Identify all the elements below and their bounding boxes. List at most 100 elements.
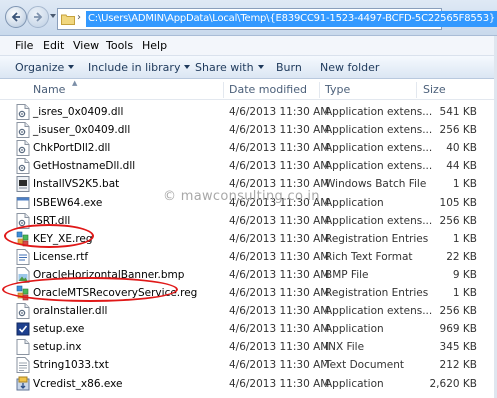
watermark-text: © mawconsulting.co.in	[163, 189, 320, 204]
file-row[interactable]: ChkPortDll2.dll 4/6/2013 11:30 AM Applicat…	[0, 139, 497, 158]
dll-icon	[16, 122, 30, 139]
file-name: ISBEW64.exe	[33, 196, 103, 209]
file-type: Registration Entries	[325, 232, 429, 245]
file-name: OracleMTSRecoveryService.reg	[33, 287, 198, 299]
menu-bar: File Edit View Tools Help	[0, 36, 497, 56]
file-row[interactable]: setup.inx 4/6/2013 11:30 AM INX File 345 KB	[0, 338, 497, 357]
file-date-modified: 4/6/2013 11:30 AM	[229, 124, 330, 137]
file-row[interactable]: OracleMTSRecoveryService.reg 4/6/2013 11:…	[0, 284, 497, 303]
file-date-modified: 4/6/2013 11:30 AM	[229, 323, 330, 336]
burn-button[interactable]: Burn	[276, 61, 302, 74]
chevron-down-icon	[184, 65, 191, 69]
rtf-icon	[16, 248, 30, 265]
back-button[interactable]	[5, 6, 27, 28]
back-arrow-icon	[11, 12, 20, 22]
column-date-modified[interactable]: Date modified	[229, 83, 307, 96]
recent-pages-dropdown-icon[interactable]	[50, 14, 56, 18]
file-name: _isuser_0x0409.dll	[33, 124, 131, 137]
file-size: 969 KB	[439, 323, 477, 336]
organize-label: Organize	[15, 61, 65, 74]
file-icon	[16, 339, 30, 356]
file-row[interactable]: setup.exe 4/6/2013 11:30 AM Application 969…	[0, 320, 497, 339]
file-type: Registration Entries	[325, 287, 429, 299]
file-row[interactable]: OracleHorizontalBanner.bmp 4/6/2013 11:30…	[0, 266, 497, 285]
file-row[interactable]: License.rtf 4/6/2013 11:30 AM Rich Text Fo…	[0, 248, 497, 267]
file-size: 22 KB	[446, 250, 477, 263]
file-name: ChkPortDll2.dll	[33, 142, 111, 155]
address-path-text[interactable]: C:\Users\ADMIN\AppData\Local\Temp\{E839C…	[86, 11, 497, 27]
forward-arrow-icon	[34, 12, 43, 22]
file-name: OracleHorizontalBanner.bmp	[33, 268, 185, 281]
file-type: Application extens...	[325, 106, 433, 118]
bmp-icon	[16, 266, 30, 283]
file-type: Application extens...	[325, 160, 433, 173]
file-type: INX File	[325, 341, 365, 354]
file-size: 345 KB	[439, 341, 477, 354]
file-row[interactable]: _isres_0x0409.dll 4/6/2013 11:30 AM Applic…	[0, 103, 497, 122]
column-divider[interactable]	[319, 82, 320, 98]
column-size[interactable]: Size	[423, 83, 446, 96]
include-in-library-button[interactable]: Include in library	[88, 61, 191, 74]
address-bar: › C:\Users\ADMIN\AppData\Local\Temp\{E83…	[0, 0, 497, 36]
file-name: setup.inx	[33, 341, 82, 354]
menu-edit[interactable]: Edit	[43, 39, 64, 52]
file-size: 212 KB	[439, 359, 477, 372]
file-date-modified: 4/6/2013 11:30 AM	[229, 305, 330, 318]
text-file-icon	[16, 357, 30, 374]
file-size: 256 KB	[439, 214, 477, 227]
file-type: Application extens...	[325, 124, 433, 137]
setup-exe-icon	[16, 321, 30, 337]
file-type: BMP File	[325, 268, 369, 281]
file-row[interactable]: GetHostnameDll.dll 4/6/2013 11:30 AM Appli…	[0, 157, 497, 176]
file-date-modified: 4/6/2013 11:30 AM	[229, 287, 330, 299]
include-in-library-label: Include in library	[88, 61, 181, 74]
dll-icon	[16, 212, 30, 229]
file-type: Text Document	[325, 359, 404, 372]
file-type: Application	[325, 323, 384, 336]
file-name: setup.exe	[33, 323, 85, 336]
batch-icon	[16, 176, 30, 193]
forward-button[interactable]	[27, 6, 49, 28]
share-with-label: Share with	[195, 61, 254, 74]
folder-icon	[61, 14, 75, 25]
menu-file[interactable]: File	[15, 39, 33, 52]
file-row[interactable]: KEY_XE.reg 4/6/2013 11:30 AM Registration …	[0, 230, 497, 249]
file-row[interactable]: Vcredist_x86.exe 4/6/2013 11:30 AM Applica…	[0, 375, 497, 394]
dll-icon	[16, 158, 30, 175]
file-type: Application extens...	[325, 305, 433, 318]
column-divider[interactable]	[223, 82, 224, 98]
column-type[interactable]: Type	[325, 83, 350, 96]
file-row[interactable]: oraInstaller.dll 4/6/2013 11:30 AM Applica…	[0, 302, 497, 321]
file-date-modified: 4/6/2013 11:30 AM	[229, 106, 330, 118]
file-name: License.rtf	[33, 250, 89, 263]
menu-tools[interactable]: Tools	[106, 39, 133, 52]
file-size: 105 KB	[439, 196, 477, 209]
new-folder-button[interactable]: New folder	[320, 61, 379, 74]
organize-button[interactable]: Organize	[15, 61, 75, 74]
file-size: 1 KB	[452, 287, 477, 299]
file-date-modified: 4/6/2013 11:30 AM	[229, 142, 330, 155]
installer-exe-icon	[16, 376, 30, 392]
share-with-button[interactable]: Share with	[195, 61, 264, 74]
file-size: 1 KB	[452, 178, 477, 191]
menu-view[interactable]: View	[73, 39, 99, 52]
file-row[interactable]: _isuser_0x0409.dll 4/6/2013 11:30 AM Appli…	[0, 121, 497, 140]
column-name[interactable]: Name	[33, 83, 65, 96]
menu-help[interactable]: Help	[142, 39, 167, 52]
file-size: 2,620 KB	[429, 377, 478, 390]
file-row[interactable]: String1033.txt 4/6/2013 11:30 AM Text Docu…	[0, 356, 497, 375]
file-size: 9 KB	[452, 268, 477, 281]
file-row[interactable]: ISRT.dll 4/6/2013 11:30 AM Application ext…	[0, 212, 497, 231]
file-name: String1033.txt	[33, 359, 109, 372]
file-size: 40 KB	[446, 142, 477, 155]
file-date-modified: 4/6/2013 11:30 AM	[229, 160, 330, 173]
file-type: Windows Batch File	[325, 178, 427, 191]
file-date-modified: 4/6/2013 11:30 AM	[229, 341, 330, 354]
dll-icon	[16, 140, 30, 157]
address-input[interactable]: › C:\Users\ADMIN\AppData\Local\Temp\{E83…	[57, 8, 497, 30]
file-name: GetHostnameDll.dll	[33, 160, 136, 173]
file-type: Application	[325, 377, 384, 390]
column-divider[interactable]	[416, 82, 417, 98]
dll-icon	[16, 104, 30, 120]
path-chevron-icon: ›	[77, 12, 81, 23]
